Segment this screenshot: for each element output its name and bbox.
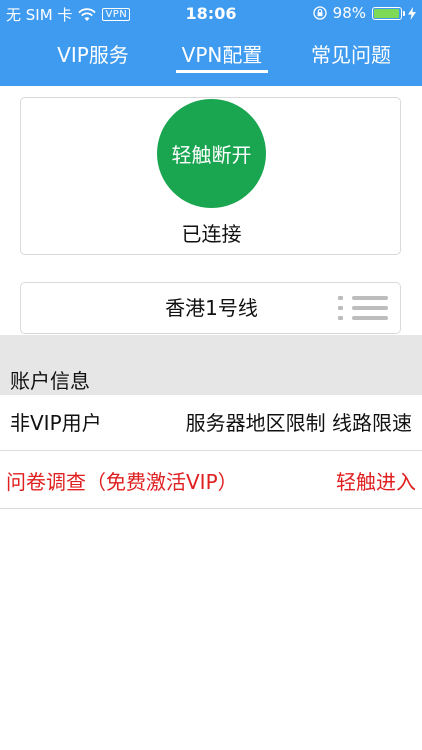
- app-header: 无 SIM 卡 VPN 18:06 98% VIP服务 VPN配置 常见问题: [0, 0, 422, 86]
- charging-bolt-icon: [408, 6, 416, 20]
- battery-percent: 98%: [332, 4, 366, 22]
- battery-icon: [372, 6, 405, 20]
- tab-vpn-config[interactable]: VPN配置: [176, 40, 268, 80]
- battery-fill: [374, 8, 400, 18]
- tab-vip-service[interactable]: VIP服务: [50, 40, 136, 80]
- account-section-title: 账户信息: [10, 369, 90, 393]
- survey-enter-link[interactable]: 轻触进入: [336, 466, 416, 495]
- account-user-type: 非VIP用户: [10, 411, 102, 435]
- survey-row[interactable]: 问卷调查（免费激活VIP） 轻触进入: [0, 451, 422, 509]
- connect-card: 轻触断开 已连接: [20, 97, 401, 255]
- connection-status: 已连接: [181, 222, 242, 246]
- status-right: 98%: [313, 4, 416, 22]
- tab-bar: VIP服务 VPN配置 常见问题: [0, 40, 422, 80]
- list-icon: [338, 296, 388, 320]
- account-limits: 服务器地区限制 线路限速: [185, 411, 412, 435]
- status-bar: 无 SIM 卡 VPN 18:06 98%: [0, 0, 422, 28]
- account-info-row: 非VIP用户 服务器地区限制 线路限速: [0, 395, 422, 451]
- survey-label: 问卷调查（免费激活VIP）: [6, 470, 238, 494]
- tab-faq[interactable]: 常见问题: [304, 40, 398, 80]
- rotation-lock-icon: [313, 6, 327, 20]
- account-section-header: 账户信息: [0, 335, 422, 395]
- server-selector[interactable]: 香港1号线: [20, 282, 401, 334]
- disconnect-button[interactable]: 轻触断开: [157, 99, 266, 208]
- active-tab-indicator: [176, 70, 268, 73]
